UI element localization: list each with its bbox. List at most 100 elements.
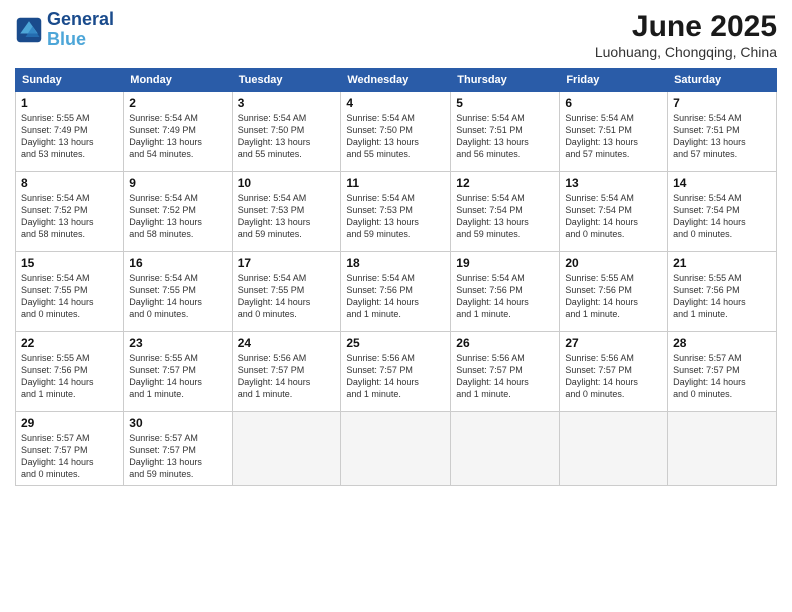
day-info: Sunrise: 5:54 AM Sunset: 7:51 PM Dayligh… — [673, 112, 771, 161]
day-info: Sunrise: 5:56 AM Sunset: 7:57 PM Dayligh… — [238, 352, 336, 401]
table-row: 23Sunrise: 5:55 AM Sunset: 7:57 PM Dayli… — [124, 332, 232, 412]
col-monday: Monday — [124, 69, 232, 92]
table-row: 28 Sunrise: 5:57 AM Sunset: 7:57 PM Dayli… — [668, 332, 777, 412]
table-row: 3 Sunrise: 5:54 AM Sunset: 7:50 PM Daylig… — [232, 92, 341, 172]
day-info: Sunrise: 5:54 AM Sunset: 7:54 PM Dayligh… — [565, 192, 662, 241]
day-info: Sunrise: 5:54 AM Sunset: 7:56 PM Dayligh… — [346, 272, 445, 321]
table-row: 6 Sunrise: 5:54 AM Sunset: 7:51 PM Daylig… — [560, 92, 668, 172]
table-row: 4 Sunrise: 5:54 AM Sunset: 7:50 PM Daylig… — [341, 92, 451, 172]
day-number: 30 — [129, 416, 226, 430]
day-info: Sunrise: 5:54 AM Sunset: 7:53 PM Dayligh… — [346, 192, 445, 241]
day-number: 3 — [238, 96, 336, 110]
table-row: 27 Sunrise: 5:56 AM Sunset: 7:57 PM Dayli… — [560, 332, 668, 412]
day-info: Sunrise: 5:54 AM Sunset: 7:51 PM Dayligh… — [565, 112, 662, 161]
day-number: 16 — [129, 256, 226, 270]
day-info: Sunrise: 5:56 AM Sunset: 7:57 PM Dayligh… — [346, 352, 445, 401]
table-row: 15 Sunrise: 5:54 AM Sunset: 7:55 PM Dayli… — [16, 252, 124, 332]
day-number: 27 — [565, 336, 662, 350]
day-info: Sunrise: 5:54 AM Sunset: 7:49 PM Dayligh… — [129, 112, 226, 161]
day-info: Sunrise: 5:54 AM Sunset: 7:55 PM Dayligh… — [129, 272, 226, 321]
header: General Blue June 2025 Luohuang, Chongqi… — [15, 10, 777, 60]
table-row: 10Sunrise: 5:54 AM Sunset: 7:53 PM Dayli… — [232, 172, 341, 252]
table-row: 18 Sunrise: 5:54 AM Sunset: 7:56 PM Dayli… — [341, 252, 451, 332]
table-row: 29 Sunrise: 5:57 AM Sunset: 7:57 PM Dayli… — [16, 412, 124, 486]
day-number: 29 — [21, 416, 118, 430]
day-info: Sunrise: 5:54 AM Sunset: 7:55 PM Dayligh… — [238, 272, 336, 321]
day-info: Sunrise: 5:55 AM Sunset: 7:56 PM Dayligh… — [565, 272, 662, 321]
table-row: 24 Sunrise: 5:56 AM Sunset: 7:57 PM Dayli… — [232, 332, 341, 412]
col-friday: Friday — [560, 69, 668, 92]
subtitle: Luohuang, Chongqing, China — [595, 44, 777, 60]
day-number: 5 — [456, 96, 554, 110]
day-info: Sunrise: 5:57 AM Sunset: 7:57 PM Dayligh… — [129, 432, 226, 481]
day-number: 21 — [673, 256, 771, 270]
day-number: 6 — [565, 96, 662, 110]
day-number: 2 — [129, 96, 226, 110]
day-number: 1 — [21, 96, 118, 110]
day-info: Sunrise: 5:54 AM Sunset: 7:50 PM Dayligh… — [238, 112, 336, 161]
table-row — [451, 412, 560, 486]
table-row: 21 Sunrise: 5:55 AM Sunset: 7:56 PM Dayli… — [668, 252, 777, 332]
day-info: Sunrise: 5:54 AM Sunset: 7:54 PM Dayligh… — [456, 192, 554, 241]
table-row: 17 Sunrise: 5:54 AM Sunset: 7:55 PM Dayli… — [232, 252, 341, 332]
day-number: 11 — [346, 176, 445, 190]
col-saturday: Saturday — [668, 69, 777, 92]
day-info: Sunrise: 5:55 AM Sunset: 7:49 PM Dayligh… — [21, 112, 118, 161]
day-number: 8 — [21, 176, 118, 190]
day-info: Sunrise: 5:54 AM Sunset: 7:50 PM Dayligh… — [346, 112, 445, 161]
table-row — [560, 412, 668, 486]
day-info: Sunrise: 5:54 AM Sunset: 7:52 PM Dayligh… — [129, 192, 226, 241]
day-number: 15 — [21, 256, 118, 270]
table-row — [341, 412, 451, 486]
table-row: 26 Sunrise: 5:56 AM Sunset: 7:57 PM Dayli… — [451, 332, 560, 412]
day-info: Sunrise: 5:54 AM Sunset: 7:52 PM Dayligh… — [21, 192, 118, 241]
day-info: Sunrise: 5:57 AM Sunset: 7:57 PM Dayligh… — [673, 352, 771, 401]
day-number: 14 — [673, 176, 771, 190]
calendar: Sunday Monday Tuesday Wednesday Thursday… — [15, 68, 777, 486]
main-title: June 2025 — [595, 10, 777, 44]
day-info: Sunrise: 5:54 AM Sunset: 7:56 PM Dayligh… — [456, 272, 554, 321]
day-info: Sunrise: 5:54 AM Sunset: 7:53 PM Dayligh… — [238, 192, 336, 241]
table-row: 30 Sunrise: 5:57 AM Sunset: 7:57 PM Dayli… — [124, 412, 232, 486]
day-number: 18 — [346, 256, 445, 270]
table-row: 25 Sunrise: 5:56 AM Sunset: 7:57 PM Dayli… — [341, 332, 451, 412]
table-row: 19Sunrise: 5:54 AM Sunset: 7:56 PM Dayli… — [451, 252, 560, 332]
day-number: 22 — [21, 336, 118, 350]
table-row: 22Sunrise: 5:55 AM Sunset: 7:56 PM Dayli… — [16, 332, 124, 412]
col-tuesday: Tuesday — [232, 69, 341, 92]
day-info: Sunrise: 5:54 AM Sunset: 7:55 PM Dayligh… — [21, 272, 118, 321]
day-info: Sunrise: 5:57 AM Sunset: 7:57 PM Dayligh… — [21, 432, 118, 481]
page: General Blue June 2025 Luohuang, Chongqi… — [0, 0, 792, 612]
logo-line2: Blue — [47, 30, 114, 50]
table-row: 16 Sunrise: 5:54 AM Sunset: 7:55 PM Dayli… — [124, 252, 232, 332]
day-number: 20 — [565, 256, 662, 270]
table-row: 20 Sunrise: 5:55 AM Sunset: 7:56 PM Dayli… — [560, 252, 668, 332]
day-number: 13 — [565, 176, 662, 190]
day-info: Sunrise: 5:54 AM Sunset: 7:54 PM Dayligh… — [673, 192, 771, 241]
table-row: 2 Sunrise: 5:54 AM Sunset: 7:49 PM Daylig… — [124, 92, 232, 172]
col-sunday: Sunday — [16, 69, 124, 92]
day-number: 28 — [673, 336, 771, 350]
header-row: Sunday Monday Tuesday Wednesday Thursday… — [16, 69, 777, 92]
table-row: 13 Sunrise: 5:54 AM Sunset: 7:54 PM Dayli… — [560, 172, 668, 252]
table-row: 8 Sunrise: 5:54 AM Sunset: 7:52 PM Daylig… — [16, 172, 124, 252]
table-row: 11 Sunrise: 5:54 AM Sunset: 7:53 PM Dayli… — [341, 172, 451, 252]
table-row — [232, 412, 341, 486]
day-info: Sunrise: 5:56 AM Sunset: 7:57 PM Dayligh… — [565, 352, 662, 401]
day-number: 25 — [346, 336, 445, 350]
day-number: 17 — [238, 256, 336, 270]
day-info: Sunrise: 5:55 AM Sunset: 7:56 PM Dayligh… — [673, 272, 771, 321]
logo: General Blue — [15, 10, 114, 50]
col-wednesday: Wednesday — [341, 69, 451, 92]
day-number: 26 — [456, 336, 554, 350]
table-row: 1 Sunrise: 5:55 AM Sunset: 7:49 PM Daylig… — [16, 92, 124, 172]
day-number: 9 — [129, 176, 226, 190]
day-info: Sunrise: 5:56 AM Sunset: 7:57 PM Dayligh… — [456, 352, 554, 401]
day-number: 12 — [456, 176, 554, 190]
day-number: 24 — [238, 336, 336, 350]
day-number: 4 — [346, 96, 445, 110]
day-info: Sunrise: 5:55 AM Sunset: 7:57 PM Dayligh… — [129, 352, 226, 401]
col-thursday: Thursday — [451, 69, 560, 92]
logo-text: General Blue — [47, 10, 114, 50]
logo-icon — [15, 16, 43, 44]
